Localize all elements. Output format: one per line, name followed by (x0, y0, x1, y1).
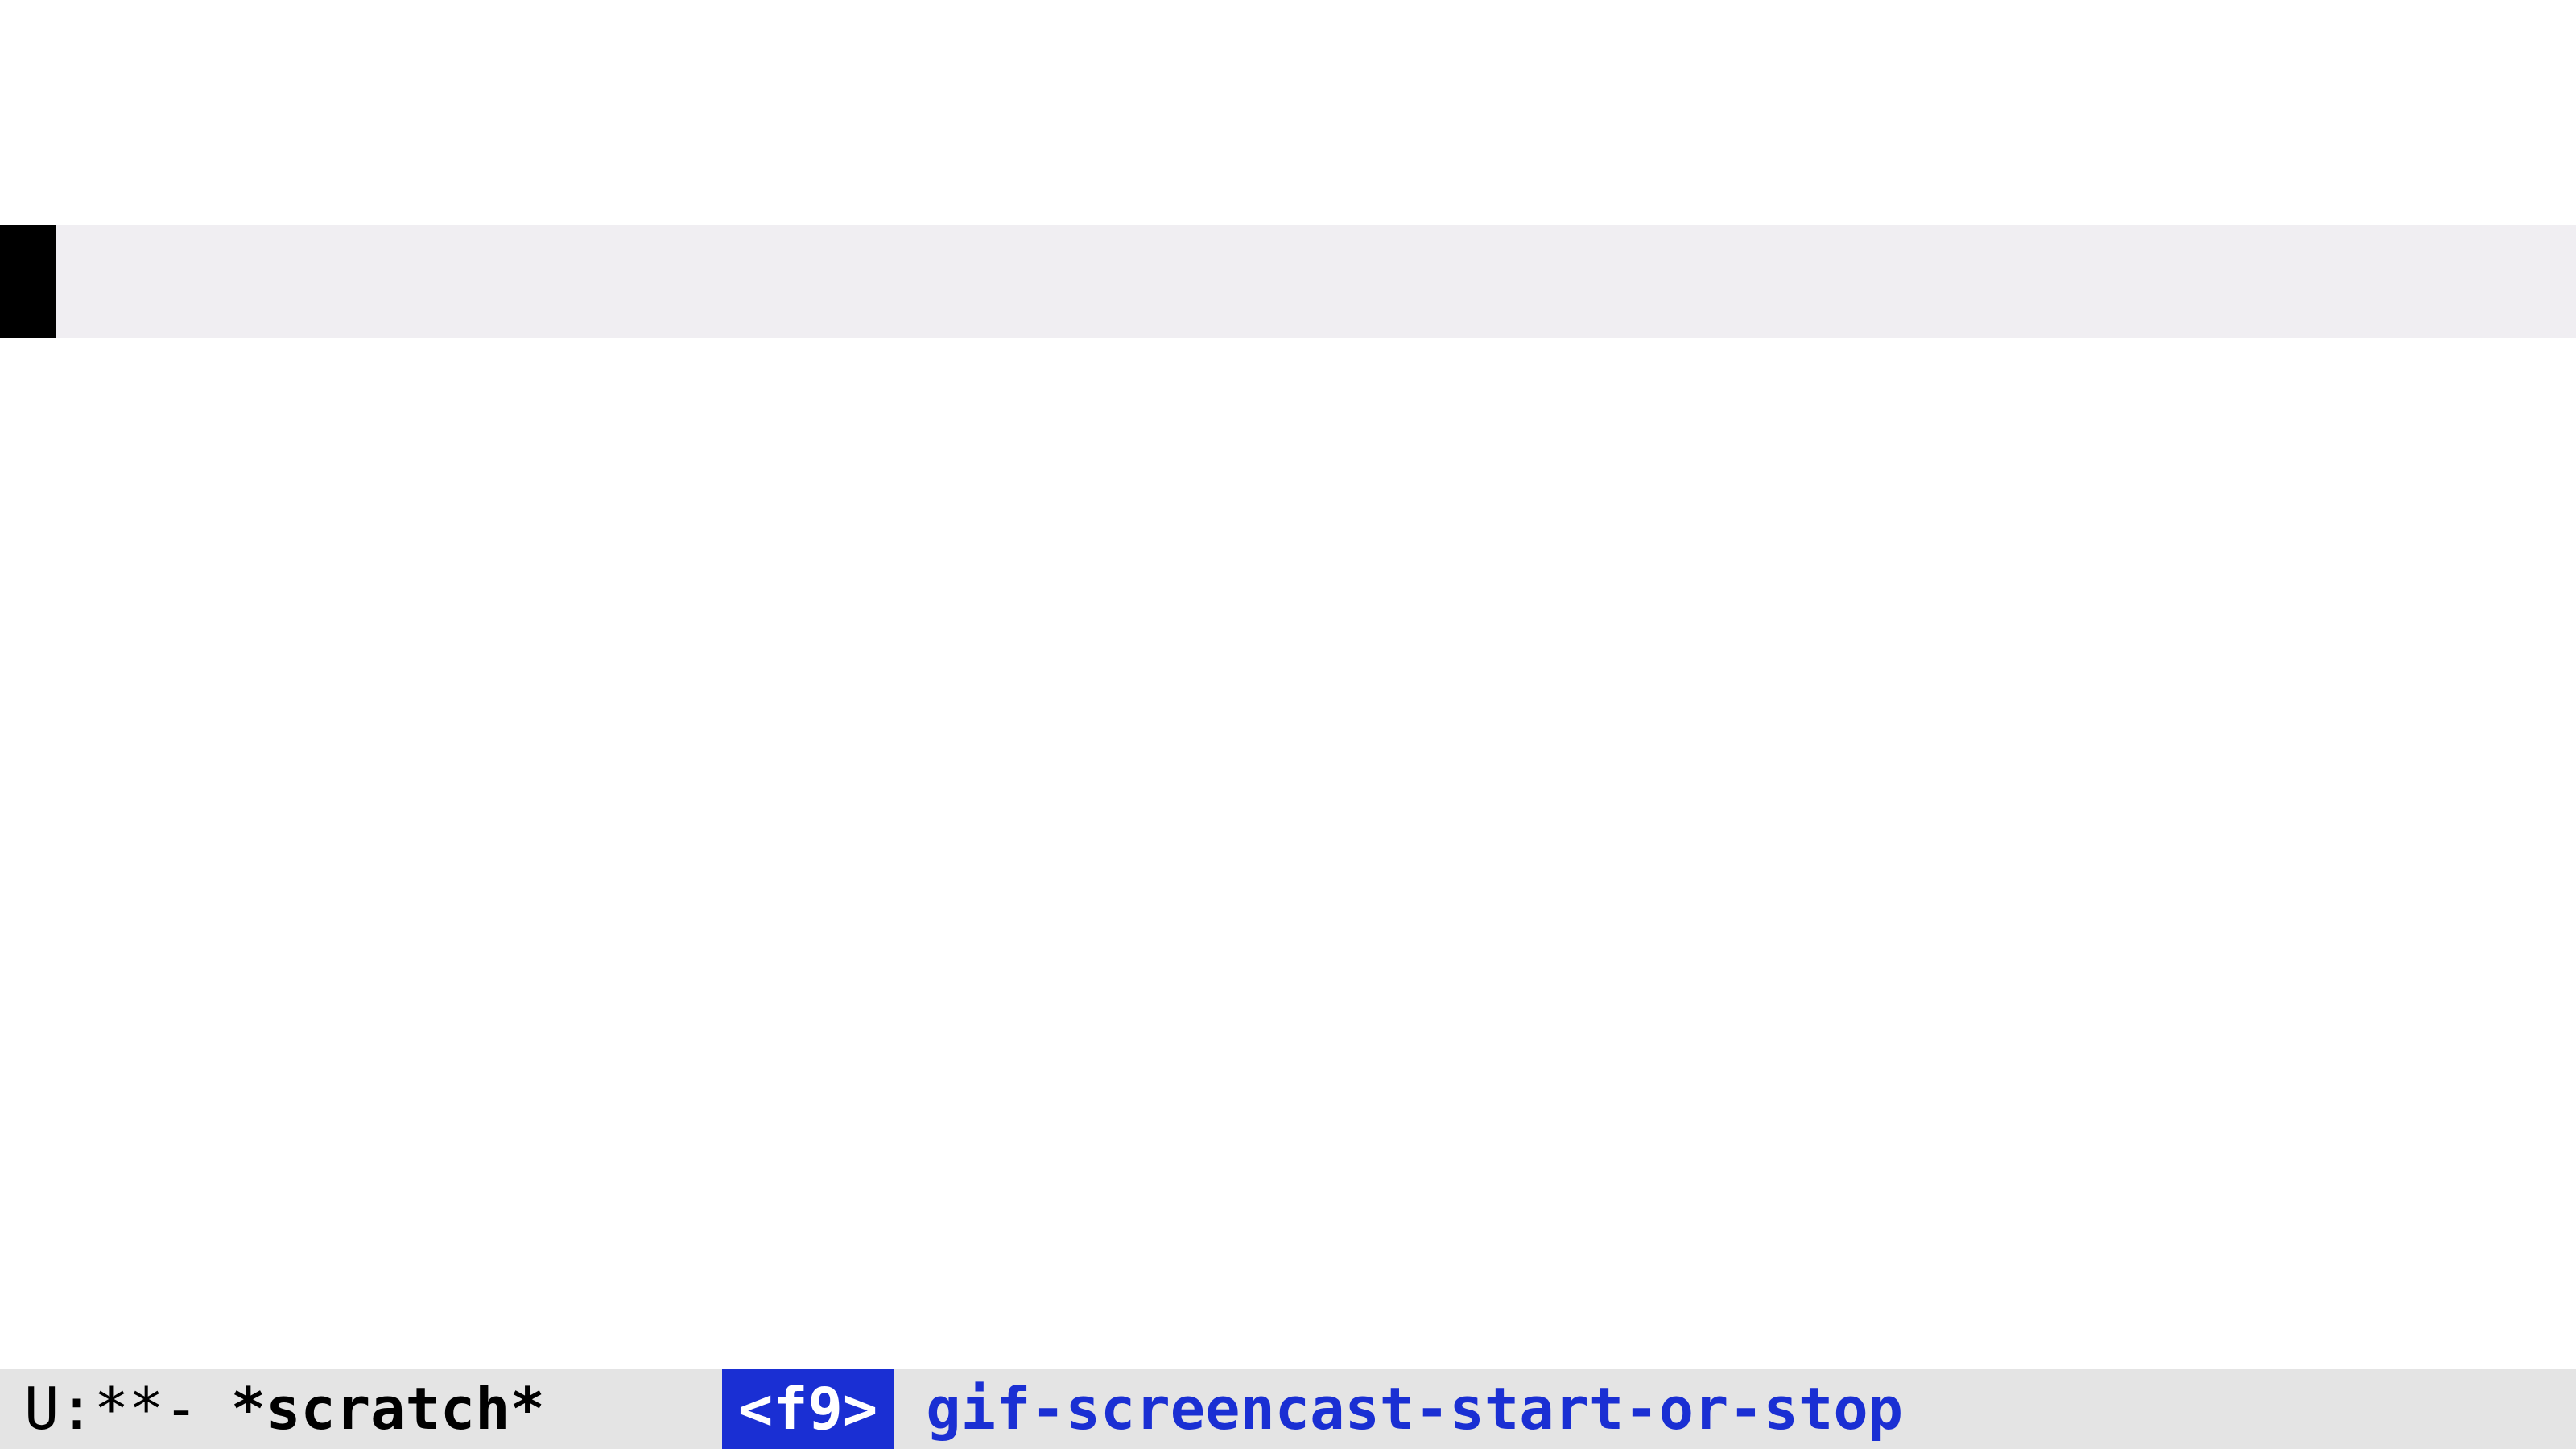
mode-line: U:**- *scratch* <f9> gif-screencast-star… (0, 1368, 2576, 1449)
command-name: gif-screencast-start-or-stop (894, 1375, 1903, 1443)
current-line-highlight (0, 225, 2576, 338)
key-binding-badge: <f9> (722, 1368, 894, 1449)
buffer-name[interactable]: *scratch* (199, 1375, 545, 1443)
buffer-status: U:**- (0, 1375, 199, 1443)
editor-area[interactable] (0, 0, 2576, 1368)
text-cursor (0, 225, 56, 338)
